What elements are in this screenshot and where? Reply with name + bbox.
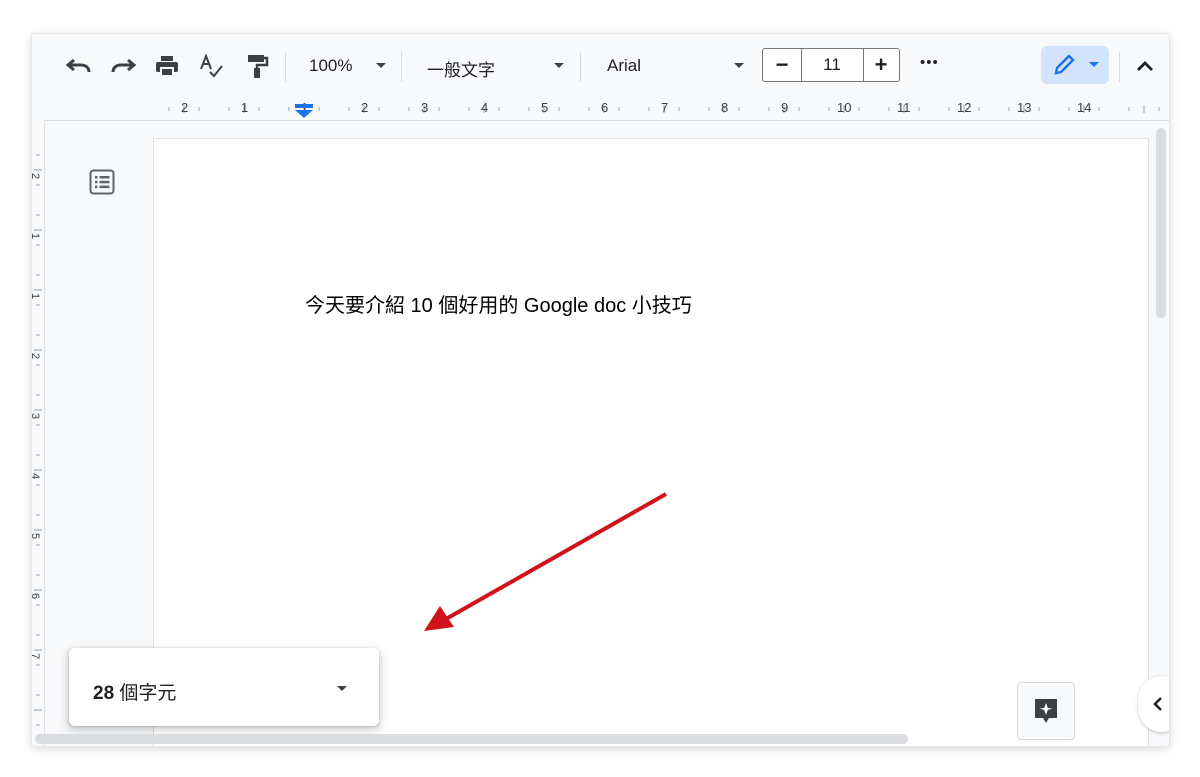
undo-icon <box>66 58 91 73</box>
paint-format-icon <box>248 55 269 78</box>
undo-button[interactable] <box>62 50 96 82</box>
vertical-ruler[interactable]: 2 1 1 2 3 4 5 6 7 <box>32 120 45 746</box>
more-options-button[interactable]: ••• <box>920 54 939 71</box>
ruler-number: 2 <box>361 100 369 115</box>
font-select[interactable]: Arial <box>607 56 641 76</box>
toolbar: 100% 一般文字 Arial − 11 + ••• <box>32 34 1169 98</box>
toolbar-divider <box>1119 52 1120 82</box>
font-size-input[interactable]: 11 <box>801 49 864 81</box>
horizontal-scrollbar[interactable] <box>35 734 908 744</box>
word-count-number: 28 <box>93 683 115 704</box>
ruler-number: 14 <box>1077 100 1092 115</box>
ruler-number: 2 <box>181 100 189 115</box>
document-text[interactable]: 今天要介紹 10 個好用的 Google doc 小技巧 <box>305 289 692 318</box>
ruler-number: 6 <box>601 100 609 115</box>
horizontal-ruler[interactable]: 211234567891011121314 <box>32 98 1169 121</box>
font-size-control: − 11 + <box>762 48 900 82</box>
ruler-number: 9 <box>781 100 789 115</box>
outline-icon[interactable] <box>89 169 115 195</box>
ruler-number: 13 <box>1017 100 1032 115</box>
ruler-number: 1 <box>241 100 249 115</box>
ruler-number: 5 <box>541 100 549 115</box>
spellcheck-button[interactable] <box>194 50 228 82</box>
ruler-number: 4 <box>32 473 41 479</box>
ruler-number: 2 <box>32 353 41 359</box>
chevron-up-icon <box>1137 61 1153 71</box>
print-icon <box>156 56 178 77</box>
ruler-number: 12 <box>957 100 972 115</box>
ruler-number: 7 <box>661 100 669 115</box>
paragraph-style-select[interactable]: 一般文字 <box>427 56 495 81</box>
annotation-arrow <box>424 492 667 631</box>
font-dropdown-icon[interactable] <box>734 63 744 68</box>
hide-menus-button[interactable] <box>1130 50 1160 82</box>
toolbar-divider <box>401 52 402 82</box>
toolbar-divider <box>285 52 286 82</box>
explore-icon <box>1035 699 1057 723</box>
pencil-icon <box>1054 54 1075 75</box>
ruler-number: 3 <box>32 413 41 419</box>
ruler-number: 7 <box>32 653 41 659</box>
app-window: 100% 一般文字 Arial − 11 + ••• 2 1 2 3 4 5 6… <box>32 34 1169 746</box>
style-dropdown-icon[interactable] <box>554 63 564 68</box>
toolbar-divider <box>580 52 581 82</box>
ruler-number: 10 <box>837 100 852 115</box>
increase-font-size-button[interactable]: + <box>863 49 899 81</box>
explore-button[interactable] <box>1017 682 1075 740</box>
spellcheck-icon <box>200 53 223 78</box>
word-count-text: 28 個字元 <box>93 678 176 705</box>
ruler-number: 4 <box>481 100 489 115</box>
redo-button[interactable] <box>106 50 140 82</box>
ruler-number: 5 <box>32 533 41 539</box>
decrease-font-size-button[interactable]: − <box>763 49 802 81</box>
ruler-number: 1 <box>32 233 41 239</box>
ruler-number: 6 <box>32 593 41 599</box>
indent-marker-icon[interactable] <box>294 104 314 118</box>
vertical-scrollbar[interactable] <box>1156 128 1166 318</box>
zoom-dropdown-icon[interactable] <box>376 63 386 68</box>
editing-mode-button[interactable] <box>1041 46 1109 84</box>
word-count-unit: 個字元 <box>114 683 177 704</box>
ruler-number: 1 <box>32 293 41 299</box>
ruler-number: 8 <box>721 100 729 115</box>
ruler-number: 2 <box>32 173 41 179</box>
chevron-left-icon <box>1153 697 1162 711</box>
ruler-number: 11 <box>897 100 911 115</box>
paint-format-button[interactable] <box>240 50 274 82</box>
ruler-number: 3 <box>421 100 429 115</box>
chevron-down-icon <box>1089 62 1099 67</box>
word-count-panel[interactable]: 28 個字元 <box>69 648 379 726</box>
word-count-dropdown-icon[interactable] <box>337 686 347 691</box>
print-button[interactable] <box>150 50 184 82</box>
zoom-select[interactable]: 100% <box>309 56 352 76</box>
redo-icon <box>111 58 136 73</box>
